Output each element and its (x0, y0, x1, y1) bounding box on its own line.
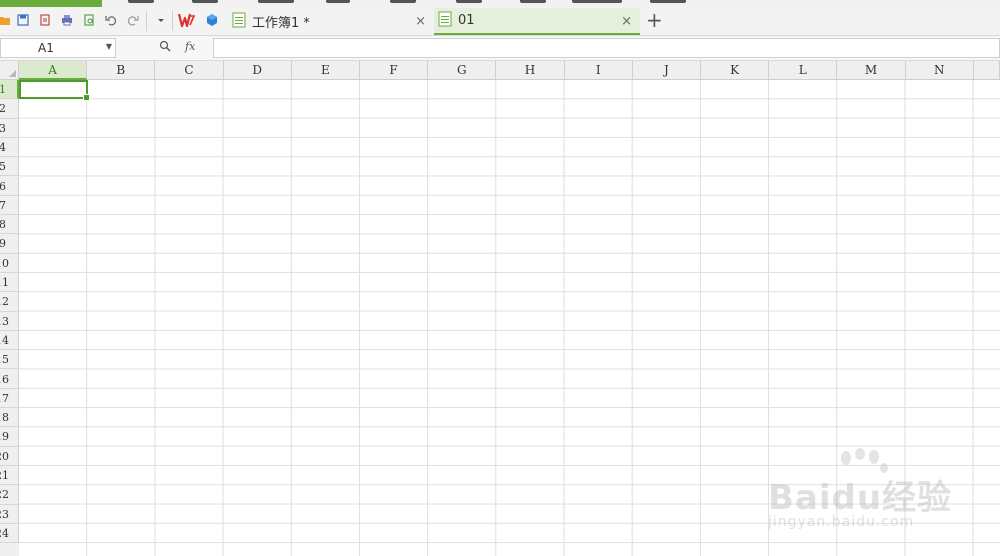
row-header-23[interactable]: 23 (0, 504, 19, 524)
menu-strip (0, 0, 1000, 7)
column-header-g[interactable]: G (428, 61, 497, 80)
zoom-search-icon[interactable] (159, 40, 171, 55)
row-header-1[interactable]: 1 (0, 80, 19, 100)
column-headers: ABCDEFGHIJKLMN (19, 61, 1000, 80)
menu-fragment[interactable] (326, 0, 350, 3)
row-header-21[interactable]: 21 (0, 466, 19, 486)
redo-icon[interactable] (125, 12, 141, 28)
row-header-2[interactable]: 2 (0, 99, 19, 119)
menu-fragment[interactable] (572, 0, 622, 3)
column-header-c[interactable]: C (155, 61, 224, 80)
chevron-down-icon[interactable]: ▼ (106, 42, 112, 51)
row-header-5[interactable]: 5 (0, 157, 19, 177)
tab-label: 工作簿1 * (252, 16, 310, 31)
row-header-9[interactable]: 9 (0, 234, 19, 254)
row-header-11[interactable]: 11 (0, 273, 19, 293)
row-headers: 123456789101112131415161718192021222324 (0, 80, 19, 556)
watermark-main-text: Baidu经验 (768, 478, 953, 518)
tab-01[interactable]: 01 × (434, 8, 640, 35)
cloud-cube-icon[interactable] (204, 12, 220, 28)
column-header-d[interactable]: D (223, 61, 292, 80)
column-header-partial[interactable] (973, 61, 1000, 80)
row-header-13[interactable]: 13 (0, 311, 19, 331)
menu-fragment[interactable] (128, 0, 154, 3)
tab-workbook1[interactable]: 工作簿1 * × (230, 8, 434, 35)
spreadsheet-file-icon (438, 11, 452, 31)
menu-fragment[interactable] (520, 0, 546, 3)
row-header-14[interactable]: 14 (0, 330, 19, 351)
column-header-m[interactable]: M (837, 61, 906, 80)
row-header-19[interactable]: 19 (0, 427, 19, 447)
column-header-l[interactable]: L (769, 61, 838, 80)
toolbar-separator (146, 11, 147, 31)
save-icon[interactable] (15, 12, 31, 28)
row-header-24[interactable]: 24 (0, 523, 19, 544)
row-header-7[interactable]: 7 (0, 195, 19, 216)
column-header-a[interactable]: A (19, 61, 88, 80)
column-header-f[interactable]: F (360, 61, 429, 80)
row-header-18[interactable]: 18 (0, 408, 19, 428)
row-header-6[interactable]: 6 (0, 176, 19, 196)
menu-fragment[interactable] (258, 0, 294, 3)
column-header-e[interactable]: E (291, 61, 360, 80)
row-header-12[interactable]: 12 (0, 292, 19, 312)
customize-dropdown-icon[interactable] (153, 12, 169, 28)
menu-fragment[interactable] (390, 0, 416, 3)
add-tab-button[interactable]: + (646, 9, 663, 31)
formula-bar: A1 ▼ fx (0, 36, 1000, 61)
menu-fragment[interactable] (650, 0, 686, 3)
name-box-value: A1 (38, 41, 54, 55)
menu-fragment[interactable] (456, 0, 482, 3)
menu-strip-app-button[interactable] (0, 0, 102, 7)
tab-bar: 工作簿1 * × 01 × + (0, 7, 1000, 36)
select-all-corner[interactable] (0, 61, 19, 80)
row-header-8[interactable]: 8 (0, 215, 19, 235)
close-icon[interactable]: × (621, 14, 632, 29)
baidu-watermark: Baidu经验 jingyan.baidu.com (762, 448, 992, 538)
row-header-4[interactable]: 4 (0, 137, 19, 158)
column-header-b[interactable]: B (87, 61, 156, 80)
print-preview-icon[interactable] (81, 12, 97, 28)
open-folder-icon[interactable] (0, 12, 12, 28)
active-cell-a1[interactable] (19, 80, 90, 101)
row-header-22[interactable]: 22 (0, 485, 19, 505)
row-header-3[interactable]: 3 (0, 118, 19, 138)
row-header-20[interactable]: 20 (0, 446, 19, 466)
export-pdf-icon[interactable] (37, 12, 53, 28)
name-box[interactable]: A1 ▼ (0, 38, 116, 58)
menu-fragment[interactable] (192, 0, 218, 3)
column-header-i[interactable]: I (564, 61, 633, 80)
close-icon[interactable]: × (415, 14, 426, 29)
row-header-17[interactable]: 17 (0, 388, 19, 409)
column-header-h[interactable]: H (496, 61, 565, 80)
tab-label: 01 (458, 13, 475, 28)
column-header-n[interactable]: N (905, 61, 974, 80)
row-header-16[interactable]: 16 (0, 369, 19, 389)
column-header-j[interactable]: J (632, 61, 701, 80)
column-header-k[interactable]: K (701, 61, 770, 80)
spreadsheet-file-icon (232, 12, 246, 32)
row-header-10[interactable]: 10 (0, 253, 19, 273)
row-header-15[interactable]: 15 (0, 350, 19, 370)
watermark-url-text: jingyan.baidu.com (768, 514, 915, 530)
undo-icon[interactable] (103, 12, 119, 28)
fx-icon[interactable]: fx (185, 40, 195, 53)
print-icon[interactable] (59, 12, 75, 28)
wps-logo-icon[interactable] (177, 12, 197, 28)
formula-input[interactable] (213, 38, 1000, 58)
toolbar-separator (172, 11, 173, 31)
